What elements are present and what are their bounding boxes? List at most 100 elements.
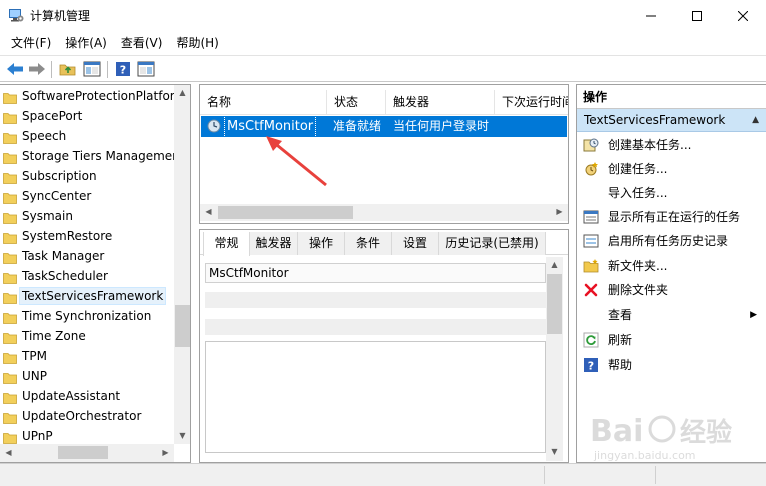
show-hide-tree-icon[interactable] bbox=[82, 59, 102, 79]
tree-item-label: Task Manager bbox=[22, 249, 105, 263]
tree-item[interactable]: SpacePort bbox=[0, 106, 174, 126]
action-show-running-tasks[interactable]: 显示所有正在运行的任务 bbox=[577, 205, 766, 229]
menu-file[interactable]: 文件(F) bbox=[4, 31, 58, 55]
scrollbar-thumb[interactable] bbox=[218, 206, 353, 219]
svg-text:经验: 经验 bbox=[680, 417, 732, 448]
task-description-box[interactable] bbox=[205, 341, 546, 453]
forward-arrow-icon[interactable] bbox=[27, 59, 47, 79]
folder-icon bbox=[3, 230, 17, 244]
tree-item[interactable]: TaskScheduler bbox=[0, 266, 174, 286]
column-header-name[interactable]: 名称 bbox=[200, 90, 327, 115]
tab-conditions[interactable]: 条件 bbox=[345, 232, 392, 255]
tree-item[interactable]: Sysmain bbox=[0, 206, 174, 226]
folder-icon bbox=[3, 330, 17, 344]
maximize-button[interactable] bbox=[674, 0, 720, 31]
action-help[interactable]: ? 帮助 bbox=[577, 353, 766, 377]
scrollbar-thumb[interactable] bbox=[547, 274, 562, 334]
tree-item[interactable]: SoftwareProtectionPlatform bbox=[0, 86, 174, 106]
tree-item[interactable]: Task Manager bbox=[0, 246, 174, 266]
task-folder-tree: SoftwareProtectionPlatform SpacePort Speec… bbox=[0, 86, 174, 444]
svg-text:?: ? bbox=[588, 360, 594, 373]
task-list-horizontal-scrollbar[interactable]: ◀ ▶ bbox=[200, 204, 568, 221]
actions-header: 操作 bbox=[577, 85, 766, 109]
tree-item[interactable]: SystemRestore bbox=[0, 226, 174, 246]
task-name-field[interactable]: MsCtfMonitor bbox=[205, 263, 546, 283]
tree-item-label: Sysmain bbox=[22, 209, 73, 223]
tree-item[interactable]: Time Synchronization bbox=[0, 306, 174, 326]
folder-icon bbox=[3, 370, 17, 384]
tree-item[interactable]: UpdateOrchestrator bbox=[0, 406, 174, 426]
up-folder-icon[interactable] bbox=[58, 59, 78, 79]
action-enable-history[interactable]: 启用所有任务历史记录 bbox=[577, 229, 766, 253]
window-title: 计算机管理 bbox=[30, 9, 91, 23]
scroll-up-icon[interactable]: ▲ bbox=[174, 85, 190, 101]
action-refresh[interactable]: 刷新 bbox=[577, 328, 766, 352]
tree-item[interactable]: Storage Tiers Management bbox=[0, 146, 174, 166]
folder-icon bbox=[3, 310, 17, 324]
action-create-task[interactable]: 创建任务... bbox=[577, 157, 766, 181]
minimize-button[interactable] bbox=[628, 0, 674, 31]
tree-horizontal-scrollbar[interactable]: ◀ ▶ bbox=[0, 444, 174, 462]
scroll-down-icon[interactable]: ▼ bbox=[546, 444, 563, 460]
action-label: 启用所有任务历史记录 bbox=[608, 234, 729, 248]
tree-item[interactable]: TPM bbox=[0, 346, 174, 366]
show-hide-action-pane-icon[interactable] bbox=[136, 59, 156, 79]
column-header-status[interactable]: 状态 bbox=[327, 90, 386, 115]
clock-task-icon bbox=[207, 119, 221, 133]
tree-item[interactable]: UPnP bbox=[0, 426, 174, 444]
tab-settings[interactable]: 设置 bbox=[392, 232, 439, 255]
scrollbar-thumb[interactable] bbox=[58, 446, 108, 459]
action-import-task[interactable]: 导入任务... bbox=[577, 181, 766, 205]
task-details-pane: 常规 触发器 操作 条件 设置 历史记录(已禁用) MsCtfMonitor ▲… bbox=[199, 229, 569, 463]
column-header-trigger[interactable]: 触发器 bbox=[386, 90, 495, 115]
menu-view[interactable]: 查看(V) bbox=[114, 31, 170, 55]
folder-icon bbox=[3, 170, 17, 184]
action-view[interactable]: 查看 ▶ bbox=[577, 303, 766, 327]
action-create-basic-task[interactable]: 创建基本任务... bbox=[577, 133, 766, 157]
folder-icon bbox=[3, 150, 17, 164]
tree-item[interactable]: Time Zone bbox=[0, 326, 174, 346]
column-header-next-run[interactable]: 下次运行时间 bbox=[495, 90, 568, 115]
toolbar-separator bbox=[107, 61, 108, 78]
menu-help[interactable]: 帮助(H) bbox=[169, 31, 225, 55]
tab-triggers[interactable]: 触发器 bbox=[250, 232, 298, 255]
help-icon[interactable]: ? bbox=[113, 59, 133, 79]
table-row[interactable]: MsCtfMonitor 准备就绪 当任何用户登录时 bbox=[201, 115, 567, 138]
scroll-up-icon[interactable]: ▲ bbox=[546, 257, 563, 273]
tree-item[interactable]: UpdateAssistant bbox=[0, 386, 174, 406]
close-button[interactable] bbox=[720, 0, 766, 31]
actions-group-header[interactable]: TextServicesFramework ▲ bbox=[577, 109, 766, 132]
folder-icon bbox=[3, 430, 17, 444]
scroll-right-icon[interactable]: ▶ bbox=[157, 445, 174, 461]
back-arrow-icon[interactable] bbox=[5, 59, 25, 79]
annotation-arrow-icon bbox=[266, 136, 327, 187]
collapse-icon[interactable]: ▲ bbox=[752, 109, 759, 132]
details-vertical-scrollbar[interactable]: ▲ ▼ bbox=[546, 257, 563, 461]
scroll-right-icon[interactable]: ▶ bbox=[551, 204, 568, 220]
tree-item[interactable]: SyncCenter bbox=[0, 186, 174, 206]
scroll-down-icon[interactable]: ▼ bbox=[174, 428, 190, 444]
tree-item-label: TextServicesFramework bbox=[18, 287, 167, 305]
tab-actions[interactable]: 操作 bbox=[298, 232, 345, 255]
folder-icon bbox=[3, 410, 17, 424]
tree-item[interactable]: Subscription bbox=[0, 166, 174, 186]
folder-icon bbox=[3, 210, 17, 224]
tree-item[interactable]: UNP bbox=[0, 366, 174, 386]
folder-icon bbox=[3, 250, 17, 264]
tab-general[interactable]: 常规 bbox=[203, 232, 250, 256]
tab-history[interactable]: 历史记录(已禁用) bbox=[439, 232, 546, 255]
folder-icon bbox=[3, 130, 17, 144]
folder-icon bbox=[3, 290, 17, 304]
scrollbar-thumb[interactable] bbox=[175, 305, 190, 347]
tree-item[interactable]: Speech bbox=[0, 126, 174, 146]
status-bar bbox=[0, 463, 766, 486]
scroll-left-icon[interactable]: ◀ bbox=[200, 204, 217, 220]
tree-vertical-scrollbar[interactable]: ▲ ▼ bbox=[174, 85, 190, 444]
scroll-left-icon[interactable]: ◀ bbox=[0, 445, 17, 461]
action-delete-folder[interactable]: 删除文件夹 bbox=[577, 278, 766, 302]
tree-item[interactable]: TextServicesFramework bbox=[0, 286, 174, 306]
title-bar: 计算机管理 bbox=[0, 0, 766, 31]
action-new-folder[interactable]: 新文件夹... bbox=[577, 254, 766, 278]
menu-action[interactable]: 操作(A) bbox=[58, 31, 114, 55]
tree-item-label: SystemRestore bbox=[22, 229, 113, 243]
